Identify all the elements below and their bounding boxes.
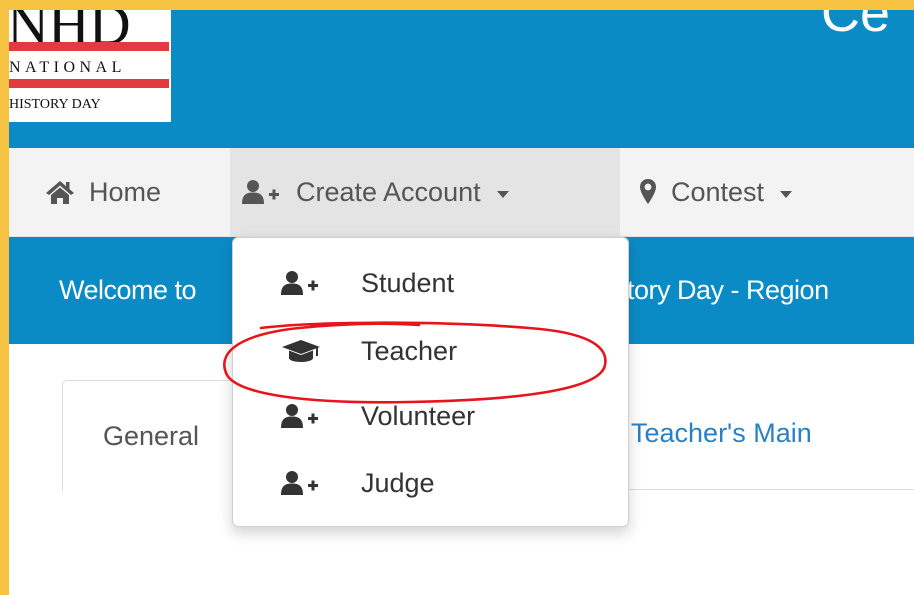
home-icon <box>46 181 74 204</box>
nav-create-account-label: Create Account <box>296 176 481 207</box>
nav-create-account[interactable]: Create Account <box>230 148 620 236</box>
logo-national-text: NATIONAL <box>9 59 126 76</box>
dropdown-item-label: Volunteer <box>361 400 476 431</box>
main-navbar: Home Create Account Contest <box>9 148 914 237</box>
map-marker-icon <box>640 179 656 204</box>
nav-home[interactable]: Home <box>45 148 161 236</box>
welcome-text-right: story Day - Region <box>614 275 829 305</box>
logo-red-bar <box>9 42 169 51</box>
tab-general-label: General <box>103 421 200 451</box>
user-plus-icon <box>281 404 318 428</box>
user-plus-icon <box>242 180 279 204</box>
dropdown-item-volunteer[interactable]: Volunteer <box>233 383 628 449</box>
dropdown-item-label: Student <box>361 267 455 298</box>
welcome-text-left: Welcome to <box>59 275 197 305</box>
create-account-dropdown: Student Teacher Volunteer Judge <box>232 237 629 527</box>
caret-down-icon <box>496 190 509 198</box>
user-plus-icon <box>281 271 318 295</box>
dropdown-item-teacher[interactable]: Teacher <box>233 318 628 384</box>
nav-contest-label: Contest <box>671 176 765 207</box>
nav-home-label: Home <box>89 176 162 207</box>
page: NHD NATIONAL HISTORY DAY Ce Home Create … <box>9 10 914 595</box>
dropdown-item-judge[interactable]: Judge <box>233 450 628 516</box>
nhd-logo[interactable]: NHD NATIONAL HISTORY DAY <box>9 10 171 122</box>
caret-down-icon <box>780 190 793 198</box>
logo-red-bar <box>9 79 169 88</box>
dropdown-item-label: Teacher <box>361 335 458 366</box>
nav-contest[interactable]: Contest <box>639 148 793 236</box>
dropdown-item-label: Judge <box>361 467 435 498</box>
dropdown-item-student[interactable]: Student <box>233 250 628 316</box>
site-header: NHD NATIONAL HISTORY DAY Ce <box>9 10 914 148</box>
graduation-cap-icon <box>282 340 320 362</box>
tab-teachers-main[interactable]: Teacher's Main <box>631 418 812 449</box>
user-plus-icon <box>281 471 318 495</box>
logo-history-day-text: HISTORY DAY <box>9 97 101 112</box>
site-title: Ce <box>821 10 891 43</box>
